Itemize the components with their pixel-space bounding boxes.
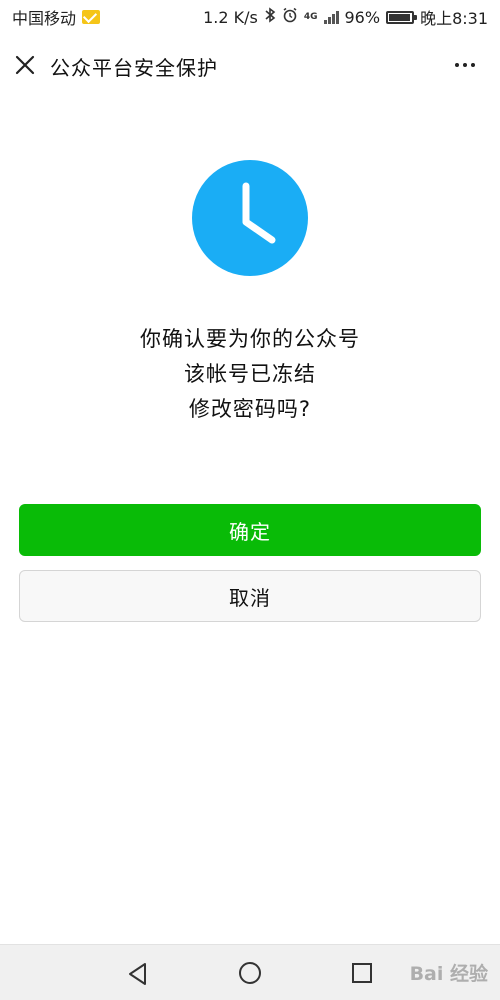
message-line-2: 该帐号已冻结	[184, 362, 316, 386]
system-navigation-bar: Bai 经验	[0, 944, 500, 1000]
alarm-icon	[282, 7, 298, 27]
more-icon-dot	[463, 63, 467, 67]
close-button[interactable]	[10, 50, 40, 80]
cancel-button[interactable]: 取消	[19, 570, 481, 622]
more-icon-dot	[471, 63, 475, 67]
confirm-message: 你确认要为你的公众号 该帐号已冻结 修改密码吗?	[0, 322, 500, 427]
status-right: 1.2 K/s 4G 96% 晚上8:31	[203, 5, 488, 29]
battery-icon	[386, 10, 418, 24]
status-left: 中国移动	[12, 5, 101, 29]
recent-apps-icon[interactable]	[350, 961, 374, 985]
signal-icon	[323, 10, 339, 24]
message-line-1: 你确认要为你的公众号	[140, 327, 360, 351]
more-button[interactable]	[450, 50, 480, 80]
close-icon	[15, 55, 35, 75]
clock-time: 晚上8:31	[420, 9, 488, 28]
bluetooth-icon	[264, 7, 276, 27]
message-line-3: 修改密码吗?	[188, 397, 312, 421]
network-type-label: 4G	[303, 12, 318, 22]
battery-percent: 96%	[344, 7, 381, 27]
watermark-logo: Bai 经验	[409, 963, 488, 985]
nav-bar: 公众平台安全保护	[0, 38, 500, 92]
back-icon[interactable]	[125, 961, 151, 987]
home-icon[interactable]	[237, 960, 263, 986]
network-speed: 1.2 K/s	[203, 7, 258, 27]
confirm-button[interactable]: 确定	[19, 504, 481, 556]
more-icon	[455, 63, 459, 67]
status-bar: 中国移动 1.2 K/s 4G 96% 晚上8:31	[0, 0, 500, 34]
clock-icon	[192, 160, 308, 276]
carrier-label: 中国移动	[12, 9, 77, 28]
page-title: 公众平台安全保护	[50, 56, 218, 80]
mail-icon	[82, 10, 101, 24]
